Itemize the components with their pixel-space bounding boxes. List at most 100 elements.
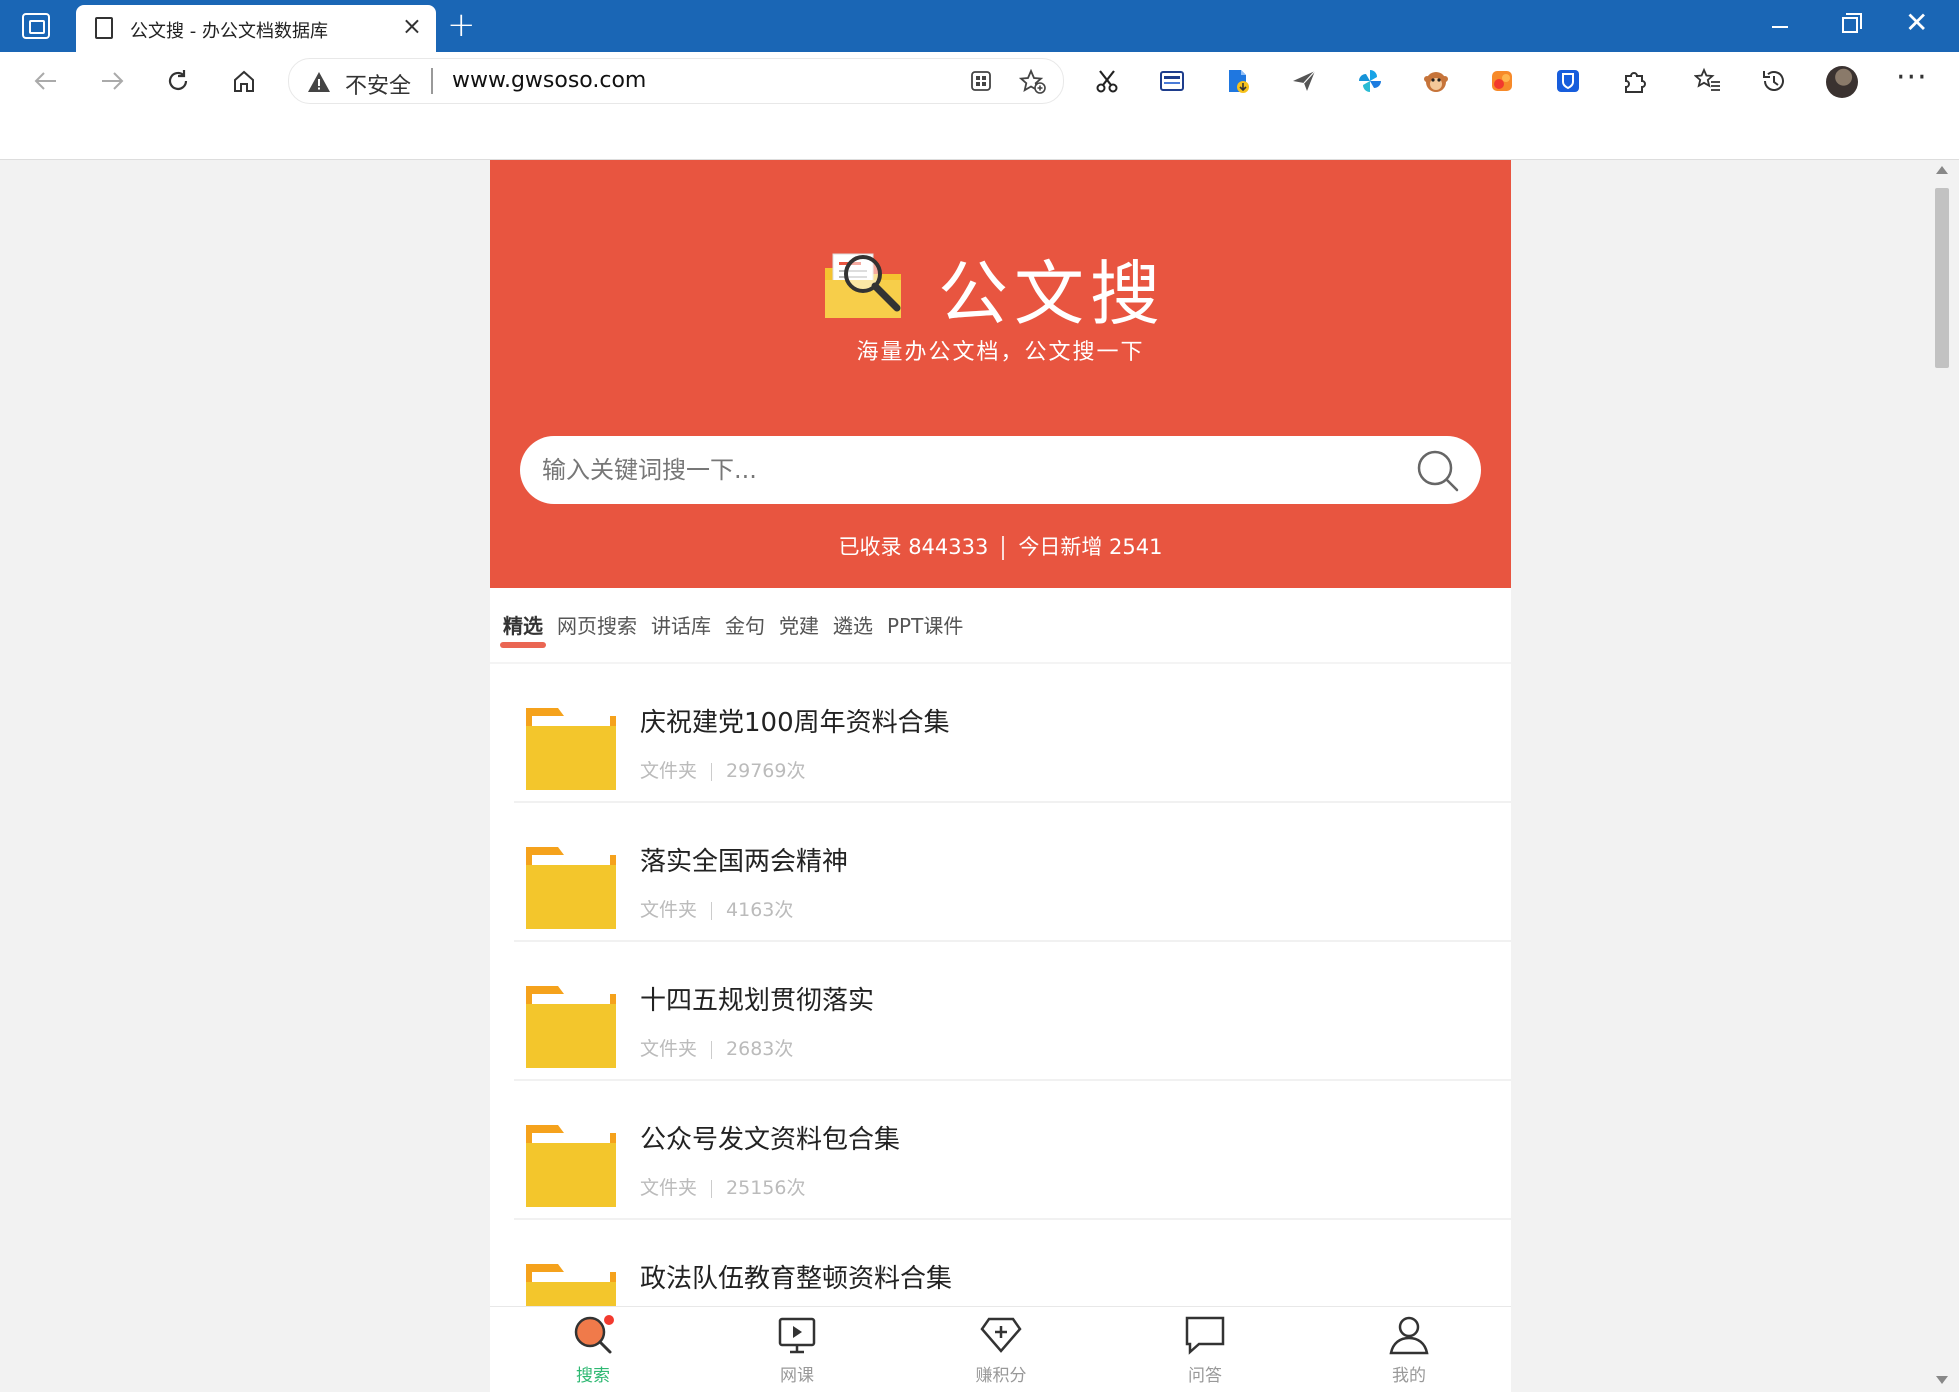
item-meta: 文件夹 2683次 [640, 1034, 793, 1061]
search-box [520, 436, 1481, 504]
nav-video-lessons[interactable]: 网课 [742, 1313, 852, 1392]
tab-party-building[interactable]: 党建 [778, 610, 820, 650]
browser-titlebar: 公文搜 - 办公文档数据库 × + ✕ [0, 0, 1959, 52]
nav-label: 网课 [780, 1366, 814, 1386]
nav-label: 搜索 [576, 1366, 610, 1386]
browser-toolbar: 不安全 www.gwsoso.com ··· [0, 52, 1959, 110]
address-divider [431, 68, 433, 94]
tab-selection[interactable]: 遴选 [832, 610, 874, 650]
list-item[interactable]: 公众号发文资料包合集 文件夹 25156次 [514, 1081, 1511, 1220]
item-views: 25156次 [726, 1177, 806, 1199]
item-title[interactable]: 公众号发文资料包合集 [640, 1119, 900, 1156]
nav-qa[interactable]: 问答 [1150, 1313, 1260, 1392]
add-favorite-icon[interactable] [1019, 69, 1047, 95]
back-icon[interactable] [28, 63, 64, 99]
meta-divider [711, 1040, 713, 1059]
scroll-down-arrow-icon[interactable] [1936, 1376, 1948, 1384]
tab-web-search[interactable]: 网页搜索 [556, 610, 638, 650]
video-lesson-icon [778, 1317, 816, 1354]
item-title[interactable]: 政法队伍教育整顿资料合集 [640, 1258, 952, 1295]
stats-today: 今日新增 2541 [1018, 535, 1163, 559]
page-container: 公文搜 海量办公文档，公文搜一下 已收录 844333 今日新增 2541 精选 … [490, 160, 1511, 1392]
scroll-up-arrow-icon[interactable] [1936, 166, 1948, 174]
orange-extension-icon[interactable] [1487, 66, 1517, 96]
warning-icon[interactable] [307, 70, 331, 94]
home-icon[interactable] [226, 63, 262, 99]
settings-menu-icon[interactable]: ··· [1896, 60, 1928, 95]
folder-icon [526, 986, 616, 1068]
list-item[interactable]: 庆祝建党100周年资料合集 文件夹 29769次 [514, 664, 1511, 803]
stats-divider [1002, 536, 1005, 560]
sidebar-icon[interactable] [1157, 66, 1187, 96]
notification-dot [602, 1313, 616, 1327]
browser-tab[interactable]: 公文搜 - 办公文档数据库 × [76, 5, 436, 52]
item-views: 2683次 [726, 1038, 794, 1060]
hero-banner: 公文搜 海量办公文档，公文搜一下 已收录 844333 今日新增 2541 [490, 160, 1511, 588]
meta-divider [711, 762, 713, 781]
favorites-icon[interactable] [1693, 66, 1723, 96]
folder-icon [526, 708, 616, 790]
item-views: 4163次 [726, 899, 794, 921]
document-download-icon[interactable] [1223, 66, 1253, 96]
item-views: 29769次 [726, 760, 806, 782]
item-title[interactable]: 落实全国两会精神 [640, 841, 848, 878]
nav-label: 我的 [1392, 1366, 1426, 1386]
folder-icon [526, 1125, 616, 1207]
item-type: 文件夹 [640, 760, 698, 782]
folder-icon [526, 847, 616, 929]
address-bar[interactable]: 不安全 www.gwsoso.com [288, 58, 1064, 104]
history-icon[interactable] [1759, 66, 1789, 96]
nav-label: 问答 [1188, 1366, 1222, 1386]
item-type: 文件夹 [640, 1038, 698, 1060]
bottom-nav: 搜索 网课 赚积分 问答 我的 [490, 1306, 1511, 1392]
window-close-icon[interactable]: ✕ [1905, 8, 1928, 38]
refresh-icon[interactable] [160, 63, 196, 99]
item-meta: 文件夹 25156次 [640, 1173, 805, 1200]
search-input[interactable] [542, 436, 1402, 504]
web-viewport: 公文搜 海量办公文档，公文搜一下 已收录 844333 今日新增 2541 精选 … [0, 160, 1959, 1392]
tab-speech-library[interactable]: 讲话库 [650, 610, 712, 650]
tab-ppt[interactable]: PPT课件 [886, 610, 964, 650]
nav-mine[interactable]: 我的 [1354, 1313, 1464, 1392]
logo-folder-magnifier-icon [825, 253, 901, 318]
scroll-thumb[interactable] [1935, 188, 1949, 368]
item-meta: 文件夹 4163次 [640, 895, 793, 922]
nav-earn-points[interactable]: 赚积分 [946, 1313, 1056, 1392]
minimize-icon[interactable] [1772, 12, 1792, 32]
item-title[interactable]: 十四五规划贯彻落实 [640, 980, 874, 1017]
tab-close-icon[interactable]: × [402, 14, 422, 38]
list-item[interactable]: 落实全国两会精神 文件夹 4163次 [514, 803, 1511, 942]
pinwheel-icon[interactable] [1355, 66, 1385, 96]
item-type: 文件夹 [640, 1177, 698, 1199]
monkey-extension-icon[interactable] [1421, 66, 1451, 96]
site-subtitle: 海量办公文档，公文搜一下 [856, 340, 1145, 365]
meta-divider [711, 901, 713, 920]
nav-search[interactable]: 搜索 [538, 1313, 648, 1392]
toolbar-spacer [0, 110, 1959, 160]
url-text[interactable]: www.gwsoso.com [452, 68, 646, 93]
forward-icon[interactable] [94, 63, 130, 99]
shield-extension-icon[interactable] [1553, 66, 1583, 96]
meta-divider [711, 1179, 713, 1198]
item-title[interactable]: 庆祝建党100周年资料合集 [640, 702, 950, 739]
stats-line: 已收录 844333 今日新增 2541 [490, 531, 1511, 561]
item-meta: 文件夹 29769次 [640, 756, 805, 783]
tab-quotes[interactable]: 金句 [724, 610, 766, 650]
tab-jingxuan[interactable]: 精选 [500, 610, 546, 650]
diamond-plus-icon [980, 1317, 1022, 1353]
page-scrollbar[interactable] [1931, 162, 1953, 1390]
tab-title: 公文搜 - 办公文档数据库 [130, 21, 328, 42]
scissors-icon[interactable] [1092, 66, 1122, 96]
puzzle-icon[interactable] [1619, 66, 1649, 96]
search-icon[interactable] [1415, 448, 1461, 494]
tab-actions-icon[interactable] [22, 13, 50, 39]
send-icon[interactable] [1289, 66, 1319, 96]
insecure-label[interactable]: 不安全 [345, 68, 411, 100]
new-tab-button[interactable]: + [447, 7, 476, 43]
profile-avatar[interactable] [1826, 66, 1858, 98]
nav-label: 赚积分 [975, 1366, 1027, 1386]
list-item[interactable]: 十四五规划贯彻落实 文件夹 2683次 [514, 942, 1511, 1081]
restore-icon[interactable] [1842, 13, 1862, 33]
app-available-icon[interactable] [969, 69, 993, 93]
stats-total: 已收录 844333 [838, 535, 989, 559]
